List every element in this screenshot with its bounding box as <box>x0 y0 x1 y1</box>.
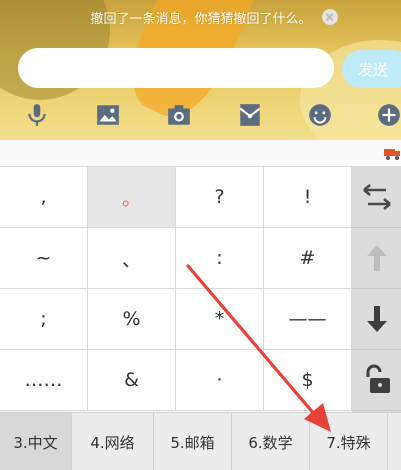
key-question[interactable]: ? <box>176 167 264 228</box>
key-ellipsis[interactable]: …… <box>0 350 88 411</box>
key-exclamation[interactable]: ! <box>264 167 352 228</box>
switch-icon[interactable] <box>352 167 401 228</box>
camera-icon[interactable] <box>164 100 194 130</box>
tab-special[interactable]: 7.特殊 <box>310 413 388 470</box>
down-arrow-icon[interactable] <box>352 289 401 350</box>
message-input[interactable] <box>18 48 334 88</box>
close-icon[interactable]: × <box>321 9 338 25</box>
tab-email[interactable]: 5.邮箱 <box>154 413 232 470</box>
chat-area: 撤回了一条消息，你猜猜撤回了什么。 × 发送 <box>0 0 401 140</box>
tab-chinese[interactable]: 3.中文 <box>0 413 72 470</box>
tab-network[interactable]: 4.网络 <box>72 413 154 470</box>
red-envelope-icon[interactable] <box>235 100 265 130</box>
truck-icon[interactable] <box>383 144 401 162</box>
input-row: 发送 <box>0 44 401 94</box>
candidate-bar <box>0 140 401 167</box>
tab-math[interactable]: 6.数学 <box>232 413 310 470</box>
symbol-grid: , 。 ? ! ~ 、 : # ; % * —— …… & · $ <box>0 167 352 412</box>
emoji-icon[interactable] <box>305 100 335 130</box>
key-ampersand[interactable]: & <box>88 350 176 411</box>
keyboard-tabs: 3.中文 4.网络 5.邮箱 6.数学 7.特殊 <box>0 412 401 470</box>
key-dollar[interactable]: $ <box>264 350 352 411</box>
symbol-keyboard: , 。 ? ! ~ 、 : # ; % * —— …… & · $ 3.中文 4… <box>0 167 401 470</box>
key-enum-comma[interactable]: 、 <box>88 228 176 289</box>
up-arrow-icon[interactable] <box>352 228 401 289</box>
microphone-icon[interactable] <box>22 100 52 130</box>
recall-notice: 撤回了一条消息，你猜猜撤回了什么。 × <box>64 6 364 28</box>
key-period-cn[interactable]: 。 <box>88 167 176 228</box>
send-button[interactable]: 发送 <box>342 50 401 88</box>
key-asterisk[interactable]: * <box>176 289 264 350</box>
key-comma[interactable]: , <box>0 167 88 228</box>
key-tilde[interactable]: ~ <box>0 228 88 289</box>
plus-icon[interactable] <box>374 100 401 130</box>
key-dash[interactable]: —— <box>264 289 352 350</box>
function-keys <box>352 167 401 412</box>
image-icon[interactable] <box>93 100 123 130</box>
recall-notice-text: 撤回了一条消息，你猜猜撤回了什么。 <box>90 11 312 27</box>
chat-toolbar <box>0 96 401 136</box>
key-percent[interactable]: % <box>88 289 176 350</box>
key-semicolon[interactable]: ; <box>0 289 88 350</box>
key-colon[interactable]: : <box>176 228 264 289</box>
key-hash[interactable]: # <box>264 228 352 289</box>
key-middle-dot[interactable]: · <box>176 350 264 411</box>
unlock-icon[interactable] <box>352 350 401 411</box>
